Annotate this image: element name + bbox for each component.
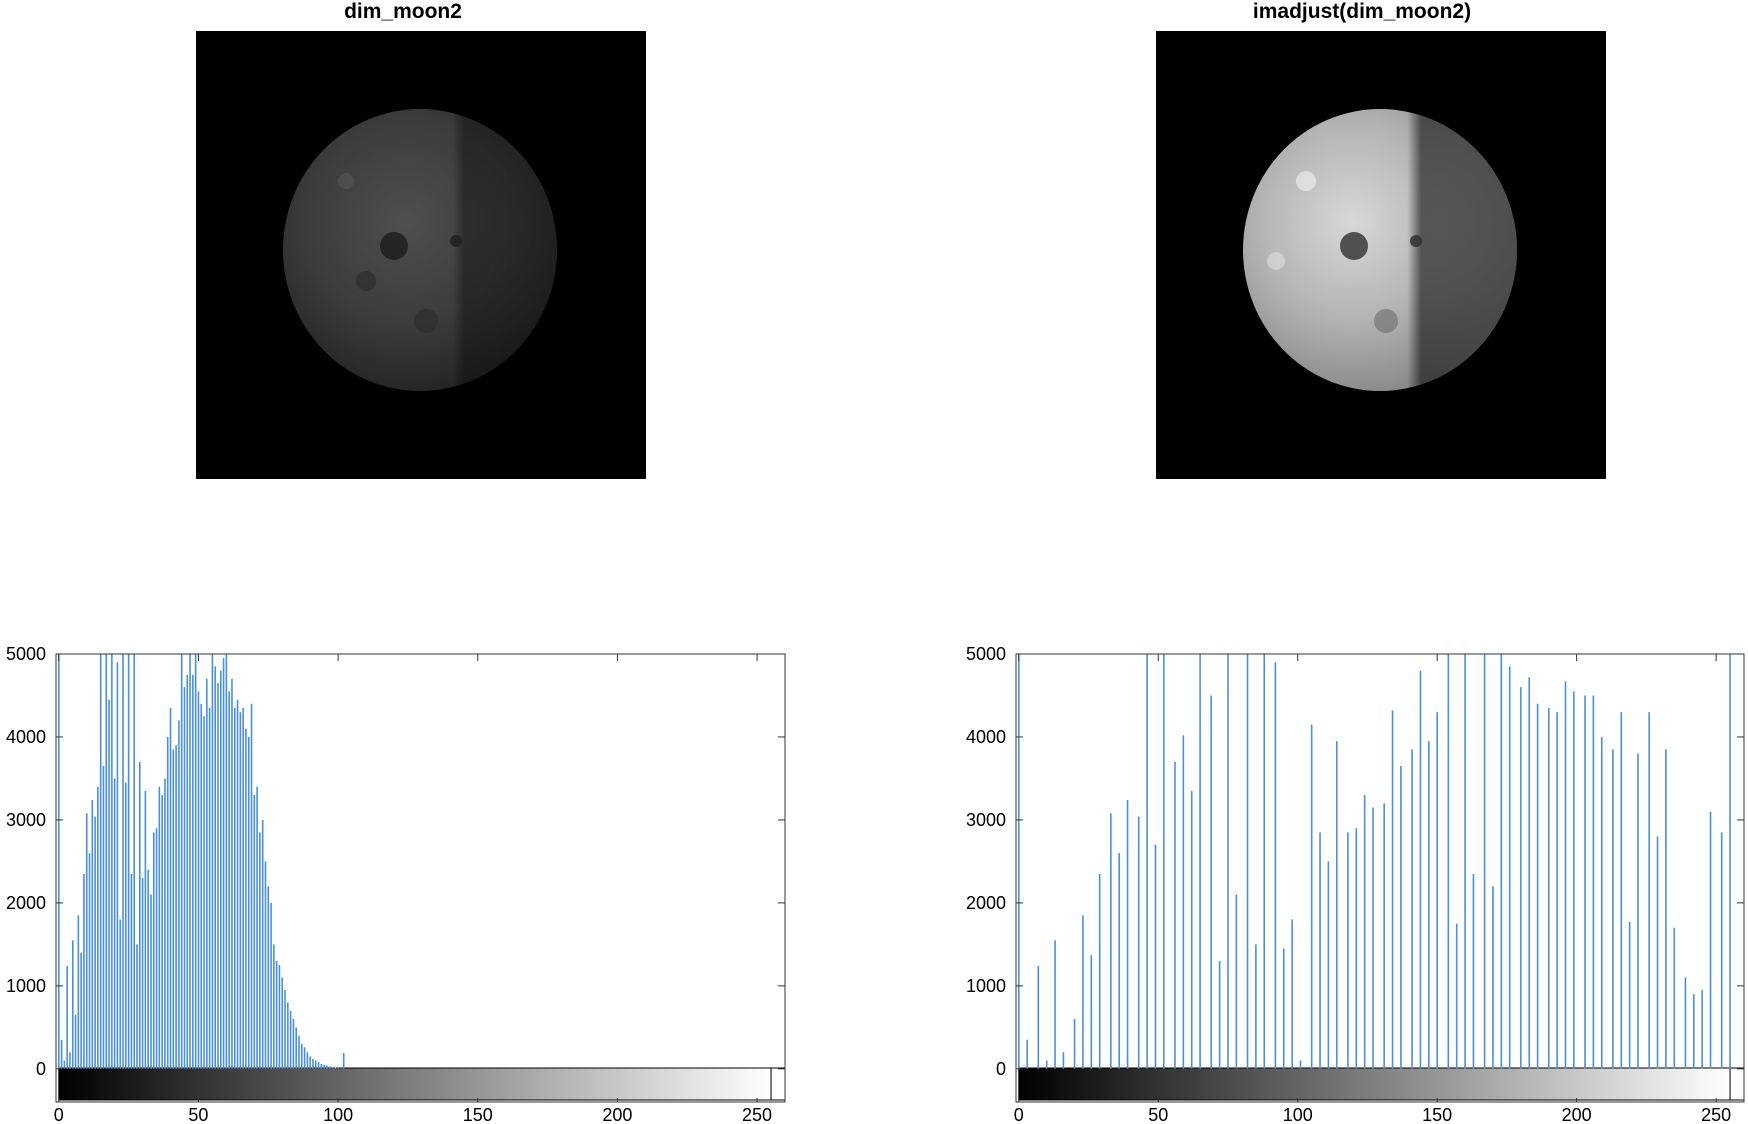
x-tick-label: 50 — [1148, 1105, 1168, 1124]
axes-box — [1015, 653, 1745, 1103]
y-tick-label: 0 — [996, 1059, 1006, 1079]
y-tick-label: 5000 — [966, 644, 1006, 664]
bars — [1017, 654, 1731, 1069]
y-tick-label: 3000 — [966, 810, 1006, 830]
colorbar — [1018, 1068, 1731, 1100]
x-tick-label: 250 — [1701, 1105, 1731, 1124]
x-tick-label: 100 — [1283, 1105, 1313, 1124]
x-tick-label: 200 — [1562, 1105, 1592, 1124]
x-tick-label: 0 — [1014, 1105, 1024, 1124]
histogram-imadjust: 0 1000 2000 3000 4000 5000 0 50 100 150 200 250 — [966, 644, 1745, 1124]
y-tick-label: 4000 — [966, 727, 1006, 747]
colorbar-end — [1729, 1067, 1745, 1101]
x-tick-label: 150 — [1422, 1105, 1452, 1124]
y-tick-label: 2000 — [966, 893, 1006, 913]
y-tick-label: 1000 — [966, 976, 1006, 996]
